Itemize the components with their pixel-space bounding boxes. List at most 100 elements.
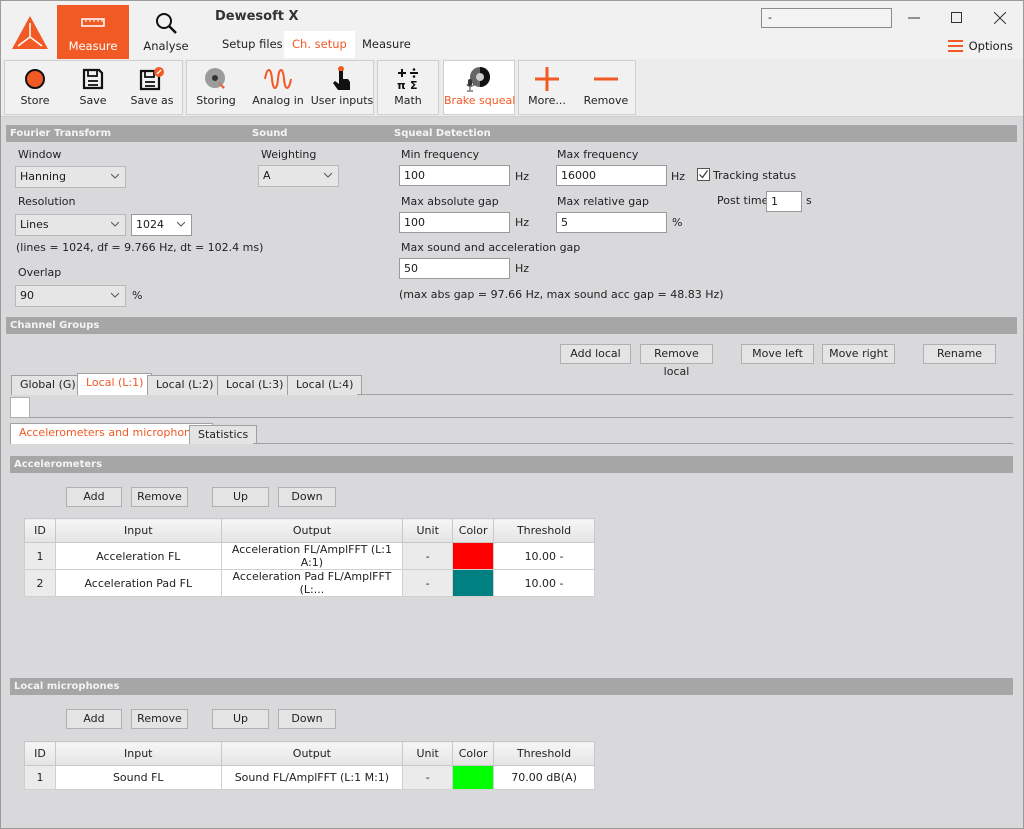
subtab-accelerometers-microphones[interactable]: Accelerometers and microphones [10,423,213,444]
col-output[interactable]: Output [220,741,404,766]
cell-input[interactable]: Sound FL [54,765,222,790]
overlap-value: 90 [20,289,34,302]
subtab-ch-setup[interactable]: Ch. setup [284,31,355,58]
max-sound-accel-gap-input[interactable]: 50 [399,258,510,279]
col-threshold[interactable]: Threshold [493,741,595,766]
fourier-transform-header: Fourier Transform [10,128,112,139]
record-icon [25,69,45,89]
cell-output[interactable]: Sound FL/AmplFFT (L:1 M:1) [220,765,404,790]
table-row[interactable]: 2 Acceleration Pad FL Acceleration Pad F… [24,569,595,597]
accel-down-button[interactable]: Down [278,487,336,507]
mic-down-button[interactable]: Down [278,709,336,729]
subtab-measure[interactable]: Measure [354,31,419,58]
col-threshold[interactable]: Threshold [493,518,595,543]
post-time-input[interactable]: 1 [766,191,802,212]
move-left-button[interactable]: Move left [741,344,814,364]
nav-analyse[interactable]: Analyse [130,5,202,59]
chevron-down-icon [177,221,185,227]
accel-remove-button[interactable]: Remove [131,487,188,507]
col-output[interactable]: Output [220,518,404,543]
remove-label: Remove [583,94,629,107]
min-frequency-unit: Hz [515,170,530,183]
resolution-mode-select[interactable]: Lines [15,214,126,236]
tab-global[interactable]: Global (G) [11,375,85,395]
accel-up-button[interactable]: Up [212,487,269,507]
tab-local-3[interactable]: Local (L:3) [217,375,293,395]
tab-local-4[interactable]: Local (L:4) [287,375,363,395]
store-button[interactable]: Store [5,61,65,114]
col-unit[interactable]: Unit [402,741,454,766]
maximize-button[interactable] [942,7,972,29]
max-relative-gap-input[interactable]: 5 [556,212,667,233]
accel-add-button[interactable]: Add [66,487,122,507]
max-relative-gap-unit: % [672,216,683,229]
max-frequency-unit: Hz [671,170,686,183]
store-label: Store [20,94,50,107]
minimize-button[interactable] [899,7,929,29]
move-right-button[interactable]: Move right [822,344,895,364]
nav-measure[interactable]: Measure [57,5,129,59]
save-button[interactable]: Save [63,61,123,114]
tab-local-1[interactable]: Local (L:1) [77,373,153,395]
dewesoft-logo-icon [12,16,48,49]
overlap-select[interactable]: 90 [15,285,126,307]
title-input[interactable]: - [761,8,892,28]
cell-color[interactable] [452,569,495,597]
mic-remove-button[interactable]: Remove [131,709,188,729]
mic-add-button[interactable]: Add [66,709,122,729]
title-bar: Measure Analyse Dewesoft X Setup files C… [1,1,1023,59]
remove-local-button[interactable]: Remove local [640,344,713,378]
col-color[interactable]: Color [452,741,495,766]
tracking-status-checkbox[interactable] [697,168,710,181]
swatch-divider [30,417,1013,418]
cell-input[interactable]: Acceleration FL [54,542,222,570]
col-color[interactable]: Color [452,518,495,543]
table-row[interactable]: 1 Acceleration FL Acceleration FL/AmplFF… [24,542,595,570]
rename-button[interactable]: Rename [923,344,996,364]
color-swatch-box[interactable] [10,397,30,418]
cell-output[interactable]: Acceleration FL/AmplFFT (L:1 A:1) [220,542,404,570]
channel-groups-header: Channel Groups [6,317,1017,334]
window-select[interactable]: Hanning [15,166,126,188]
checkmark-icon [699,170,708,179]
user-inputs-button[interactable]: User inputs [310,61,374,114]
col-input[interactable]: Input [54,741,222,766]
cell-output[interactable]: Acceleration Pad FL/AmplFFT (L:... [220,569,404,597]
table-row[interactable]: 1 Sound FL Sound FL/AmplFFT (L:1 M:1) - … [24,765,595,790]
max-frequency-input[interactable]: 16000 [556,165,667,186]
col-input[interactable]: Input [54,518,222,543]
min-frequency-input[interactable]: 100 [399,165,510,186]
resolution-lines-select[interactable]: 1024 [131,214,192,236]
brake-squeal-button[interactable]: Brake squeal [444,61,515,114]
max-frequency-label: Max frequency [557,148,639,161]
app-title: Dewesoft X [215,9,299,24]
cell-input[interactable]: Acceleration Pad FL [54,569,222,597]
brake-squeal-icon [466,67,490,92]
col-id[interactable]: ID [24,518,56,543]
storing-button[interactable]: Storing [187,61,245,114]
options-button[interactable]: Options [947,39,1013,53]
max-absolute-gap-input[interactable]: 100 [399,212,510,233]
weighting-label: Weighting [261,148,317,161]
add-local-button[interactable]: Add local [560,344,631,364]
col-unit[interactable]: Unit [402,518,454,543]
cell-color[interactable] [452,542,495,570]
close-button[interactable] [985,7,1015,29]
cell-threshold[interactable]: 10.00 - [493,542,595,570]
cell-color[interactable] [452,765,495,790]
save-as-button[interactable]: Save as [122,61,182,114]
subtab-statistics[interactable]: Statistics [189,425,258,444]
window-select-value: Hanning [20,170,66,183]
cell-threshold[interactable]: 70.00 dB(A) [493,765,595,790]
tab-local-2[interactable]: Local (L:2) [147,375,223,395]
subtab-setup-files[interactable]: Setup files [214,31,291,58]
cell-threshold[interactable]: 10.00 - [493,569,595,597]
more-button[interactable]: More... [519,61,575,114]
remove-button[interactable]: Remove [576,61,636,114]
chevron-down-icon [111,292,119,298]
col-id[interactable]: ID [24,741,56,766]
analog-in-button[interactable]: Analog in [246,61,310,114]
math-button[interactable]: πΣ Math [378,61,438,114]
mic-up-button[interactable]: Up [212,709,269,729]
weighting-select[interactable]: A [258,165,339,187]
